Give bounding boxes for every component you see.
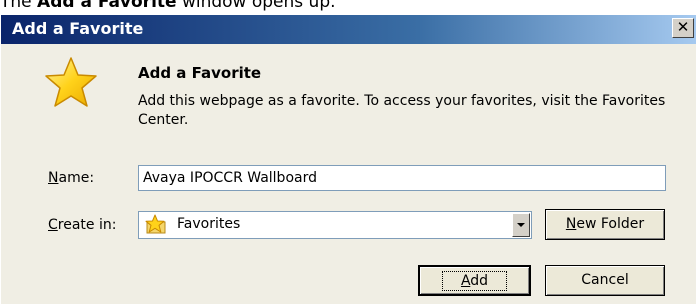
close-icon: ✕	[676, 18, 690, 36]
caption-prefix: The	[0, 0, 38, 12]
new-folder-key: N	[565, 216, 577, 232]
name-label: Name:	[48, 170, 94, 186]
window-title: Add a Favorite	[12, 19, 144, 38]
star-icon	[45, 57, 97, 107]
new-folder-rest: ew Folder	[576, 216, 645, 232]
dialog-heading: Add a Favorite	[138, 64, 262, 82]
create-label-rest: reate in:	[57, 217, 117, 233]
dialog-description: Add this webpage as a favorite. To acces…	[138, 93, 666, 128]
name-label-rest: ame:	[58, 170, 95, 186]
add-favorite-dialog: Add a Favorite ✕ Add a Favorite Add this…	[0, 15, 696, 304]
title-bar[interactable]: Add a Favorite ✕	[1, 15, 696, 44]
cancel-button[interactable]: Cancel	[545, 265, 665, 296]
add-key: A	[460, 273, 471, 289]
name-label-key: N	[48, 170, 59, 186]
caption-suffix: window opens up.	[176, 0, 336, 12]
close-button[interactable]: ✕	[672, 18, 694, 38]
add-rest: dd	[470, 273, 489, 289]
add-button[interactable]: Add	[418, 265, 531, 296]
create-label-key: C	[48, 217, 58, 233]
caption-bold: Add a Favorite	[37, 0, 177, 12]
create-in-select[interactable]: Favorites	[138, 211, 532, 239]
instruction-caption: The Add a Favorite window opens up.	[0, 0, 336, 14]
folder-star-icon	[145, 214, 166, 234]
create-in-label: Create in:	[48, 217, 116, 233]
name-input[interactable]: Avaya IPOCCR Wallboard	[138, 165, 666, 191]
dropdown-arrow-button[interactable]	[512, 213, 530, 237]
new-folder-button[interactable]: New Folder	[545, 209, 665, 240]
focus-rect: Add	[441, 271, 508, 291]
create-in-value: Favorites	[177, 216, 241, 232]
